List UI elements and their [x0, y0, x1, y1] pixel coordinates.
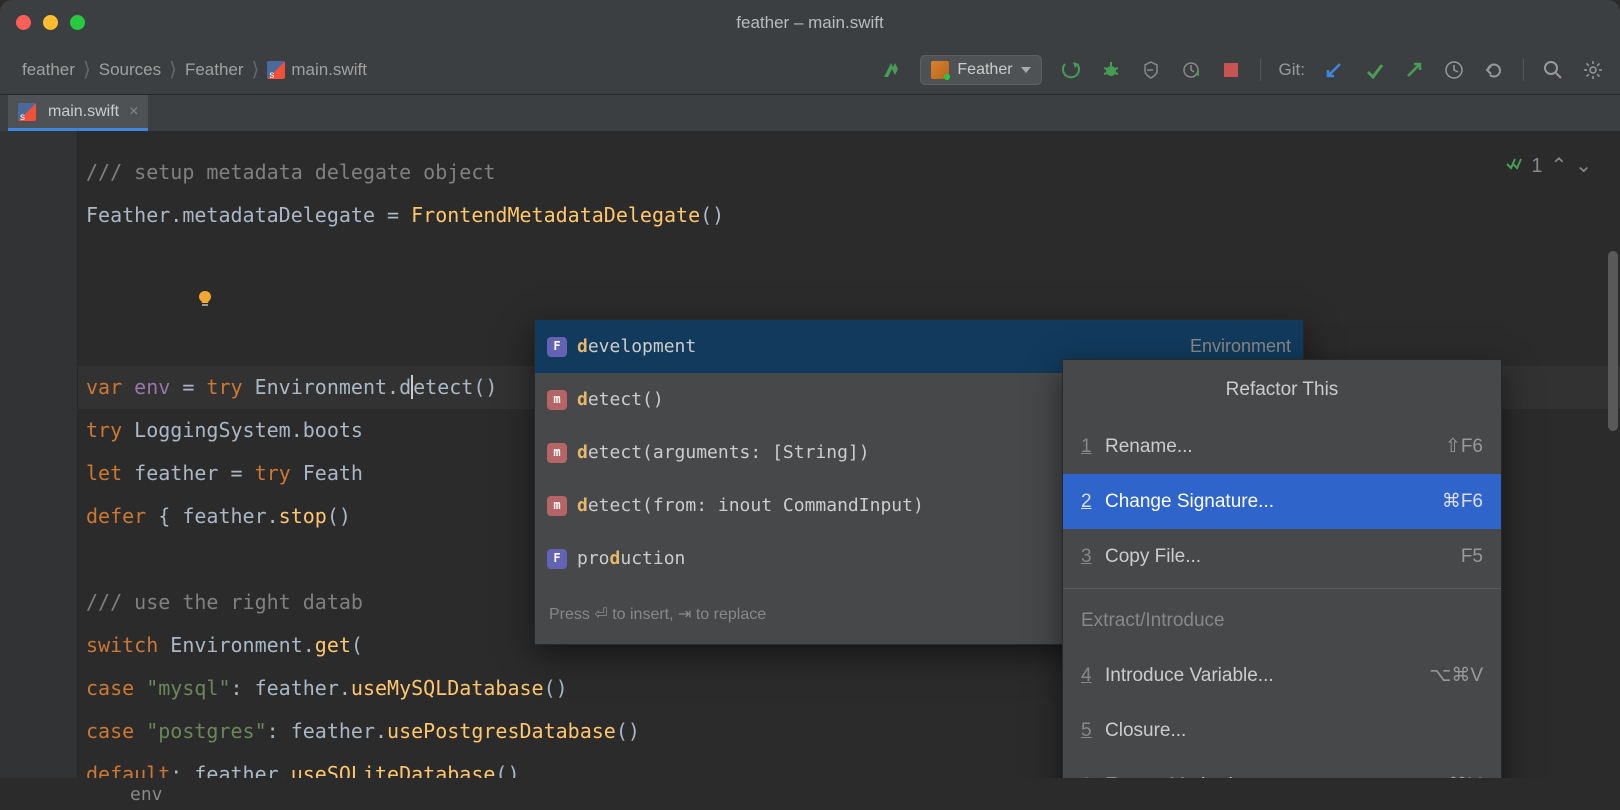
editor[interactable]: 1 ⌃ ⌄ /// setup metadata delegate object…	[0, 131, 1620, 778]
completion-label: detect(arguments: [String])	[577, 431, 870, 474]
menu-section-header: Extract/Introduce	[1063, 593, 1501, 648]
breadcrumb-label: main.swift	[291, 60, 367, 79]
breadcrumb-item[interactable]: Sources	[93, 60, 167, 80]
git-commit-icon[interactable]	[1363, 59, 1385, 81]
gutter[interactable]	[0, 131, 78, 778]
build-icon[interactable]	[880, 59, 902, 81]
breadcrumbs: feather ⟩ Sources ⟩ Feather ⟩ main.swift	[16, 57, 373, 82]
git-update-icon[interactable]	[1323, 59, 1345, 81]
tab-label: main.swift	[48, 103, 119, 121]
search-icon[interactable]	[1542, 59, 1564, 81]
swift-file-icon	[267, 61, 285, 79]
toolbar-separator	[1260, 59, 1261, 81]
package-icon	[931, 61, 949, 79]
refactor-item-introduce-variable[interactable]: 4 Introduce Variable... ⌥⌘V	[1063, 648, 1501, 703]
maximize-window-button[interactable]	[70, 15, 85, 30]
scrollbar[interactable]	[1606, 131, 1618, 778]
intention-bulb-icon[interactable]	[100, 237, 118, 255]
close-tab-icon[interactable]: ×	[129, 103, 138, 121]
field-icon: F	[547, 337, 567, 357]
titlebar: feather – main.swift	[0, 0, 1620, 45]
history-icon[interactable]	[1443, 59, 1465, 81]
run-configuration-selector[interactable]: Feather	[920, 55, 1041, 85]
method-icon: m	[547, 443, 567, 463]
swift-file-icon	[18, 103, 36, 121]
chevron-right-icon: ⟩	[167, 57, 179, 82]
completion-label: production	[577, 537, 685, 580]
refactor-item-extract-method[interactable]: 6 Extract Method... ⌥⌘M	[1063, 758, 1501, 778]
chevron-right-icon: ⟩	[81, 57, 93, 82]
coverage-icon[interactable]	[1140, 59, 1162, 81]
git-label: Git:	[1279, 60, 1305, 80]
close-window-button[interactable]	[16, 15, 31, 30]
debug-icon[interactable]	[1100, 59, 1122, 81]
git-push-icon[interactable]	[1403, 59, 1425, 81]
status-text: env	[130, 784, 163, 805]
chevron-down-icon	[1021, 67, 1031, 73]
traffic-lights	[16, 15, 85, 30]
window-title: feather – main.swift	[736, 13, 883, 33]
run-icon[interactable]	[1060, 59, 1082, 81]
completion-label: development	[577, 325, 696, 368]
completion-label: detect()	[577, 378, 664, 421]
scrollbar-thumb[interactable]	[1608, 251, 1618, 431]
refactor-item-change-signature[interactable]: 2 Change Signature... ⌘F6	[1063, 474, 1501, 529]
breadcrumb-item[interactable]: Feather	[179, 60, 250, 80]
chevron-right-icon: ⟩	[250, 57, 262, 82]
profile-icon[interactable]	[1180, 59, 1202, 81]
statusbar: env	[0, 778, 1620, 810]
code-line[interactable]: Feather.metadataDelegate = FrontendMetad…	[78, 194, 1620, 237]
refactor-item-closure[interactable]: 5 Closure...	[1063, 703, 1501, 758]
gear-icon[interactable]	[1582, 59, 1604, 81]
editor-tabs: main.swift ×	[0, 95, 1620, 131]
code-area[interactable]: 1 ⌃ ⌄ /// setup metadata delegate object…	[78, 131, 1620, 778]
field-icon: F	[547, 549, 567, 569]
rollback-icon[interactable]	[1483, 59, 1505, 81]
method-icon: m	[547, 496, 567, 516]
method-icon: m	[547, 390, 567, 410]
menu-separator	[1063, 588, 1501, 589]
refactor-popup: Refactor This 1 Rename... ⇧F6 2 Change S…	[1062, 359, 1502, 778]
refactor-item-copy-file[interactable]: 3 Copy File... F5	[1063, 529, 1501, 584]
run-config-label: Feather	[957, 61, 1012, 79]
popup-title: Refactor This	[1063, 360, 1501, 419]
tab-main-swift[interactable]: main.swift ×	[8, 95, 148, 131]
completion-label: detect(from: inout CommandInput)	[577, 484, 924, 527]
breadcrumb-item[interactable]: main.swift	[261, 60, 373, 80]
code-line[interactable]: /// setup metadata delegate object	[78, 151, 1620, 194]
breadcrumb-item[interactable]: feather	[16, 60, 81, 80]
toolbar: feather ⟩ Sources ⟩ Feather ⟩ main.swift…	[0, 45, 1620, 95]
minimize-window-button[interactable]	[43, 15, 58, 30]
toolbar-separator	[1523, 59, 1524, 81]
stop-icon[interactable]	[1220, 59, 1242, 81]
refactor-item-rename[interactable]: 1 Rename... ⇧F6	[1063, 419, 1501, 474]
